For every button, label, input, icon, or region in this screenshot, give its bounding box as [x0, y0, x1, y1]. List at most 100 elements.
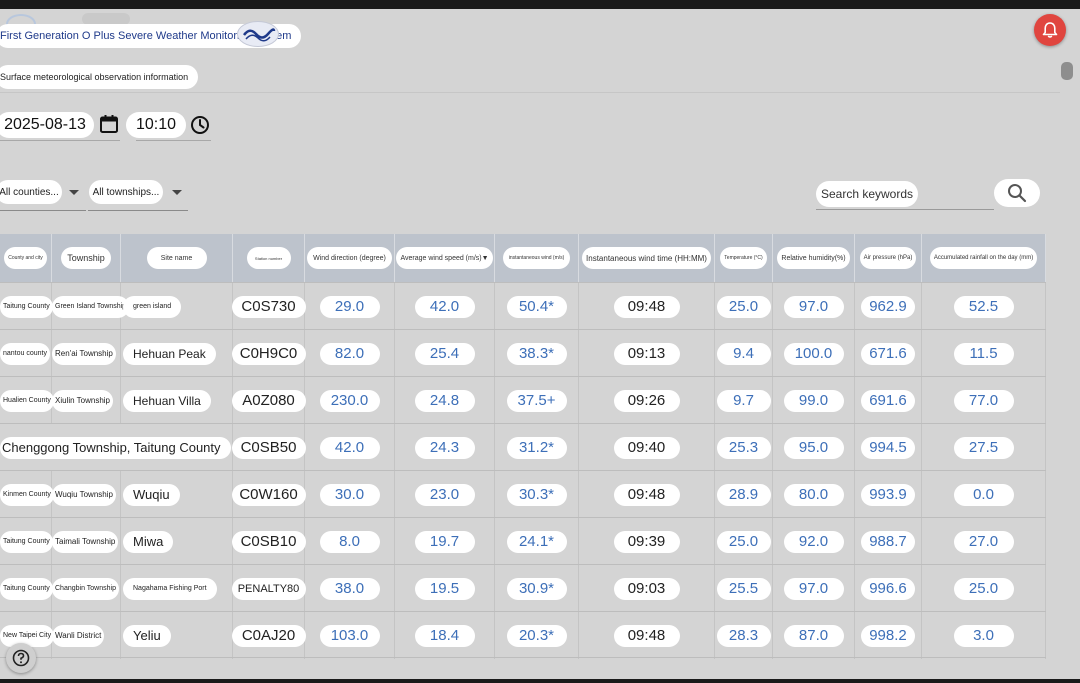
table-row[interactable]: Taitung County Green Island Township green…: [0, 282, 1046, 330]
cell-winst: 38.3*: [495, 330, 579, 377]
header-instant-wind-time[interactable]: Instantaneous wind time (HH:MM): [579, 234, 715, 282]
chevron-down-icon[interactable]: [68, 189, 80, 197]
value-rh: 95.0: [783, 436, 844, 459]
header-temperature[interactable]: Temperature (°C): [715, 234, 773, 282]
cell-site: Wuqiu: [121, 471, 233, 518]
cell-rain: 0.0: [922, 471, 1046, 518]
header-avg-wind-speed[interactable]: Average wind speed (m/s)▼: [395, 234, 495, 282]
value-wdir: 30.0: [319, 483, 380, 506]
cell-station: C0SB10: [231, 518, 306, 565]
value-wavg: 25.4: [414, 342, 475, 365]
cell-rain: 11.5: [922, 330, 1046, 377]
cell-site: Nagahama Fishing Port: [121, 565, 233, 612]
value-rain: 0.0: [953, 483, 1014, 506]
header-instant-wind[interactable]: instantaneous wind (m/s): [495, 234, 579, 282]
header-county[interactable]: County and city: [0, 234, 52, 282]
value-county: Taitung County: [0, 530, 53, 553]
scrollbar-thumb[interactable]: [1061, 62, 1073, 80]
cell-wavg: 18.4: [395, 612, 495, 659]
value-wavg: 42.0: [414, 295, 475, 318]
cell-wdir: 82.0: [305, 330, 395, 377]
cell-rh: 80.0: [773, 471, 855, 518]
value-station: A0Z080: [231, 389, 306, 412]
county-select[interactable]: All counties...: [0, 180, 62, 204]
cell-site: Chenggong Township, Taitung County: [0, 424, 233, 471]
cell-wavg: 23.0: [395, 471, 495, 518]
cell-township: Green Island Township: [52, 283, 130, 330]
value-winst: 31.2*: [506, 436, 567, 459]
cell-winst: 50.4*: [495, 283, 579, 330]
cell-winst: 30.9*: [495, 565, 579, 612]
cell-county: Hualien County: [0, 377, 54, 424]
value-wdir: 38.0: [319, 577, 380, 600]
clock-icon[interactable]: [190, 115, 210, 135]
value-rh: 99.0: [783, 389, 844, 412]
cell-wdir: 29.0: [305, 283, 395, 330]
value-wavg: 24.8: [414, 389, 475, 412]
calendar-icon[interactable]: [99, 114, 119, 134]
table-row[interactable]: Taitung County Changbin Township Nagahama …: [0, 564, 1046, 612]
value-wtime: 09:48: [613, 483, 680, 506]
bottom-bar: [0, 679, 1080, 683]
value-wtime: 09:48: [613, 624, 680, 647]
cell-rain: 3.0: [922, 612, 1046, 659]
table-row[interactable]: nantou county Ren'ai Township Hehuan Peak C…: [0, 329, 1046, 377]
header-pressure[interactable]: Air pressure (hPa): [855, 234, 922, 282]
value-site: Chenggong Township, Taitung County: [0, 436, 231, 459]
time-field[interactable]: 10:10: [126, 112, 186, 138]
cell-wavg: 25.4: [395, 330, 495, 377]
county-underline: [0, 210, 86, 211]
value-township: Green Island Township: [52, 295, 130, 318]
value-county: Taitung County: [0, 295, 53, 318]
cell-pres: 996.6: [855, 565, 922, 612]
township-select[interactable]: All townships...: [89, 180, 163, 204]
search-input[interactable]: Search keywords: [816, 181, 918, 207]
cell-winst: 24.1*: [495, 518, 579, 565]
table-row[interactable]: Chenggong Township, Taitung County C0SB50…: [0, 423, 1046, 471]
cell-wtime: 09:48: [579, 471, 715, 518]
header-rainfall[interactable]: Accumulated rainfall on the day (mm): [922, 234, 1046, 282]
search-button[interactable]: [994, 179, 1040, 207]
header-township[interactable]: Township: [52, 234, 121, 282]
cell-site: Yeliu: [121, 612, 233, 659]
cell-rh: 97.0: [773, 565, 855, 612]
header-site[interactable]: Site name: [121, 234, 233, 282]
table-row[interactable]: Hualien County Xiulin Township Hehuan Vill…: [0, 376, 1046, 424]
value-winst: 37.5+: [506, 389, 567, 412]
value-rh: 80.0: [783, 483, 844, 506]
cell-temp: 25.5: [715, 565, 773, 612]
date-field[interactable]: 2025-08-13: [0, 112, 94, 138]
value-temp: 9.4: [716, 342, 771, 365]
cell-pres: 993.9: [855, 471, 922, 518]
cell-site: Miwa: [121, 518, 233, 565]
cell-temp: 9.4: [715, 330, 773, 377]
table-row[interactable]: New Taipei City Wanli District Yeliu C0AJ20…: [0, 611, 1046, 659]
value-site: Yeliu: [123, 624, 171, 647]
cell-temp: 25.0: [715, 283, 773, 330]
value-rh: 92.0: [783, 530, 844, 553]
value-wdir: 103.0: [319, 624, 380, 647]
cell-station: PENALTY80: [231, 565, 306, 612]
cell-county: Kinmen County: [0, 471, 54, 518]
header-station[interactable]: Station number: [233, 234, 305, 282]
value-station: C0SB50: [231, 436, 306, 459]
table-row[interactable]: Taitung County Taimali Township Miwa C0SB10…: [0, 517, 1046, 565]
cell-township: Wanli District: [52, 612, 121, 659]
cell-township: Wuqiu Township: [52, 471, 121, 518]
table-row[interactable]: Kinmen County Wuqiu Township Wuqiu C0W160 30…: [0, 470, 1046, 518]
value-township: Wanli District: [52, 624, 105, 647]
help-button[interactable]: [6, 643, 36, 673]
header-wind-direction[interactable]: Wind direction (degree): [305, 234, 395, 282]
notification-button[interactable]: [1034, 14, 1066, 46]
cell-station: C0S730: [231, 283, 306, 330]
header-humidity[interactable]: Relative humidity(%): [773, 234, 855, 282]
cell-township: Ren'ai Township: [52, 330, 121, 377]
chevron-down-icon[interactable]: [171, 189, 183, 197]
bell-icon: [1042, 22, 1058, 38]
value-county: nantou county: [0, 342, 50, 365]
value-county: Kinmen County: [0, 483, 54, 506]
value-rh: 87.0: [783, 624, 844, 647]
cell-temp: 25.3: [715, 424, 773, 471]
cell-wdir: 103.0: [305, 612, 395, 659]
value-site: Hehuan Peak: [123, 342, 216, 365]
